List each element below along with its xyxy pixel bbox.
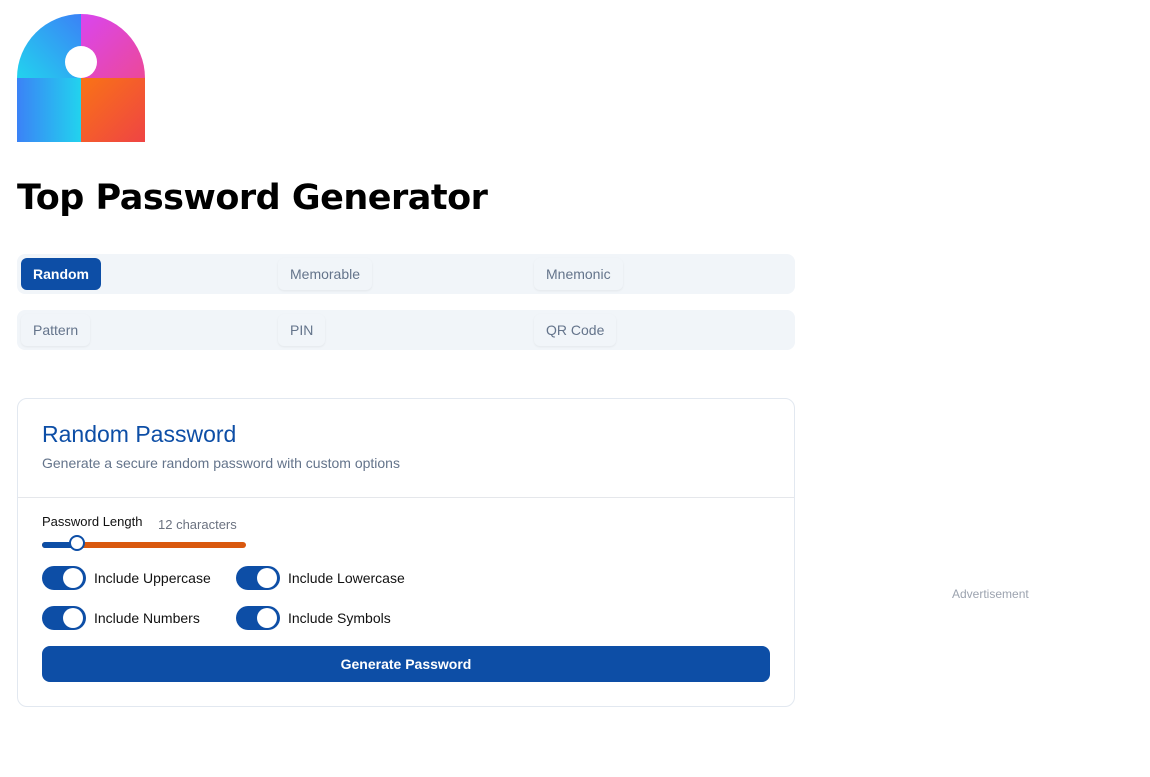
card-divider [18,497,794,498]
tab-pattern[interactable]: Pattern [21,314,91,346]
tab-mnemonic[interactable]: Mnemonic [534,258,623,290]
tab-bar-secondary: Pattern PIN QR Code [17,310,795,350]
card-subtitle: Generate a secure random password with c… [42,455,400,471]
uppercase-label: Include Uppercase [94,570,211,586]
toggle-knob [257,568,277,588]
tab-memorable[interactable]: Memorable [278,258,373,290]
advertisement-label: Advertisement [952,587,1029,601]
slider-thumb[interactable] [68,535,85,551]
generate-password-button[interactable]: Generate Password [42,646,770,682]
option-numbers: Include Numbers [42,606,200,630]
numbers-toggle[interactable] [42,606,86,630]
tab-qr-code[interactable]: QR Code [534,314,617,346]
numbers-label: Include Numbers [94,610,200,626]
toggle-knob [63,568,83,588]
option-symbols: Include Symbols [236,606,391,630]
option-lowercase: Include Lowercase [236,566,405,590]
password-length-slider[interactable] [42,535,246,551]
uppercase-toggle[interactable] [42,566,86,590]
keyhole-logo-icon [17,14,145,142]
tab-pin[interactable]: PIN [278,314,326,346]
symbols-label: Include Symbols [288,610,391,626]
password-length-label: Password Length [42,514,143,529]
password-length-value: 12 characters [158,517,237,532]
lowercase-toggle[interactable] [236,566,280,590]
lowercase-label: Include Lowercase [288,570,405,586]
tab-bar-primary: Random Memorable Mnemonic [17,254,795,294]
tab-random[interactable]: Random [21,258,101,290]
page-title: Top Password Generator [17,178,488,218]
random-password-card: Random Password Generate a secure random… [17,398,795,707]
symbols-toggle[interactable] [236,606,280,630]
toggle-knob [63,608,83,628]
card-title: Random Password [42,421,237,447]
option-uppercase: Include Uppercase [42,566,211,590]
toggle-knob [257,608,277,628]
